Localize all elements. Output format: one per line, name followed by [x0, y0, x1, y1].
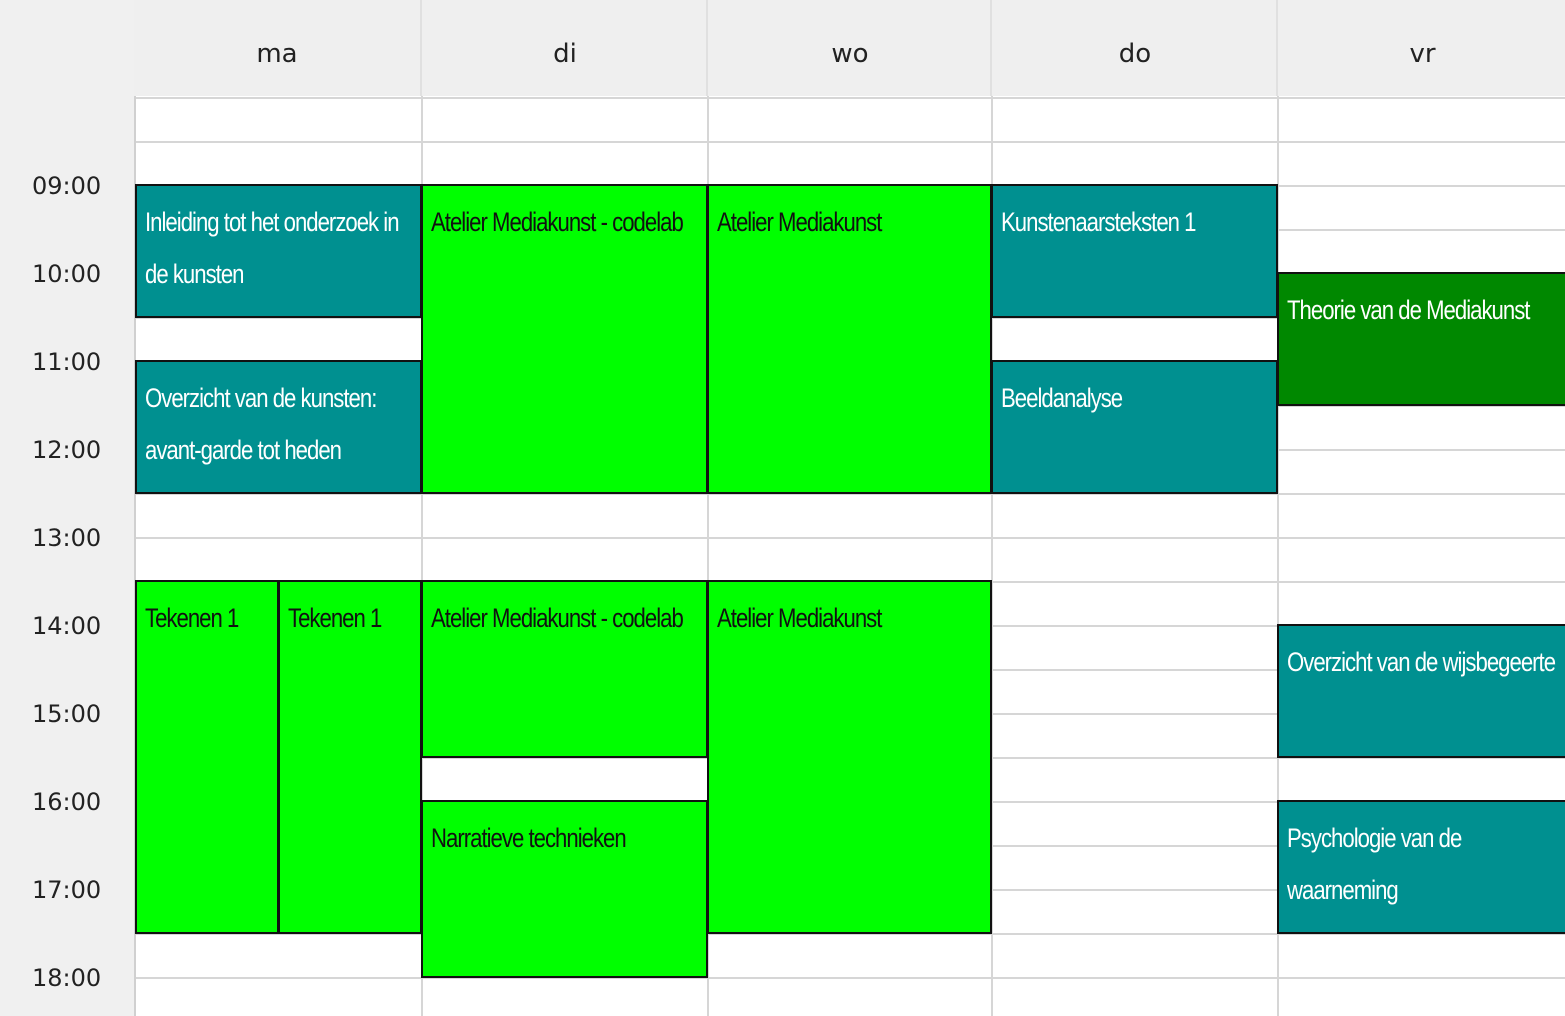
week-calendar: ma di wo do vr Inleiding tot het onderzo… [0, 0, 1565, 1016]
calendar-event[interactable]: Psychologie van de waarneming [1277, 800, 1565, 934]
calendar-grid[interactable]: Inleiding tot het onderzoek in de kunste… [134, 96, 1565, 1016]
event-title: Beeldanalyse [1001, 383, 1123, 413]
time-label: 18:00 [32, 964, 102, 992]
time-label: 13:00 [32, 524, 102, 552]
time-label: 10:00 [32, 260, 102, 288]
time-label: 15:00 [32, 700, 102, 728]
day-header-di[interactable]: di [420, 0, 708, 96]
event-title: Narratieve technieken [431, 823, 627, 853]
event-title: Theorie van de Mediakunst [1287, 295, 1530, 325]
grid-row-line [136, 977, 1565, 979]
event-title: Overzicht van de wijsbegeerte [1287, 647, 1556, 677]
event-title: Inleiding tot het onderzoek in de kunste… [145, 207, 400, 289]
calendar-event[interactable]: Atelier Mediakunst [707, 184, 992, 494]
event-title: Atelier Mediakunst - codelab [431, 603, 684, 633]
calendar-event[interactable]: Overzicht van de wijsbegeerte [1277, 624, 1565, 758]
calendar-event[interactable]: Narratieve technieken [421, 800, 708, 978]
event-title: Atelier Mediakunst - codelab [431, 207, 684, 237]
calendar-event[interactable]: Beeldanalyse [991, 360, 1278, 494]
calendar-event[interactable]: Atelier Mediakunst - codelab [421, 184, 708, 494]
event-title: Tekenen 1 [288, 603, 382, 633]
time-label: 09:00 [32, 172, 102, 200]
event-title: Tekenen 1 [145, 603, 239, 633]
time-label: 12:00 [32, 436, 102, 464]
day-header-do[interactable]: do [990, 0, 1278, 96]
day-header-vr[interactable]: vr [1276, 0, 1565, 96]
day-header-row: ma di wo do vr [134, 0, 1565, 98]
time-label: 16:00 [32, 788, 102, 816]
calendar-event[interactable]: Kunstenaarsteksten 1 [991, 184, 1278, 318]
calendar-event[interactable]: Theorie van de Mediakunst [1277, 272, 1565, 406]
event-title: Psychologie van de waarneming [1287, 823, 1462, 905]
grid-row-line [136, 141, 1565, 143]
calendar-event[interactable]: Tekenen 1 [135, 580, 279, 934]
day-header-ma[interactable]: ma [134, 0, 420, 96]
calendar-event[interactable]: Inleiding tot het onderzoek in de kunste… [135, 184, 422, 318]
time-label: 11:00 [32, 348, 102, 376]
time-label: 17:00 [32, 876, 102, 904]
day-header-wo[interactable]: wo [706, 0, 992, 96]
event-title: Atelier Mediakunst [717, 207, 882, 237]
grid-row-line [136, 537, 1565, 539]
calendar-event[interactable]: Atelier Mediakunst - codelab [421, 580, 708, 758]
time-label: 14:00 [32, 612, 102, 640]
calendar-event[interactable]: Overzicht van de kunsten: avant-garde to… [135, 360, 422, 494]
calendar-event[interactable]: Tekenen 1 [278, 580, 422, 934]
event-title: Overzicht van de kunsten: avant-garde to… [145, 383, 377, 465]
event-title: Atelier Mediakunst [717, 603, 882, 633]
grid-row-line [136, 97, 1565, 99]
event-title: Kunstenaarsteksten 1 [1001, 207, 1196, 237]
calendar-event[interactable]: Atelier Mediakunst [707, 580, 992, 934]
